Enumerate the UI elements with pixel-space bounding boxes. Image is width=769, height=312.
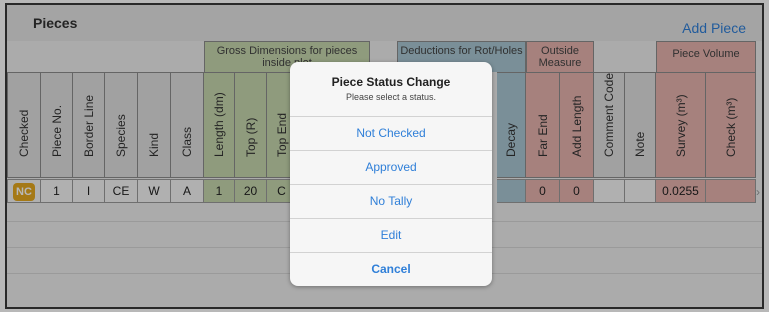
- dialog-title: Piece Status Change: [331, 75, 451, 89]
- dialog-subtitle: Please select a status.: [345, 92, 437, 102]
- cancel-button[interactable]: Cancel: [290, 252, 492, 286]
- not-checked-option[interactable]: Not Checked: [290, 116, 492, 150]
- edit-option[interactable]: Edit: [290, 218, 492, 252]
- no-tally-option[interactable]: No Tally: [290, 184, 492, 218]
- approved-option[interactable]: Approved: [290, 150, 492, 184]
- status-change-dialog: Piece Status Change Please select a stat…: [290, 62, 492, 286]
